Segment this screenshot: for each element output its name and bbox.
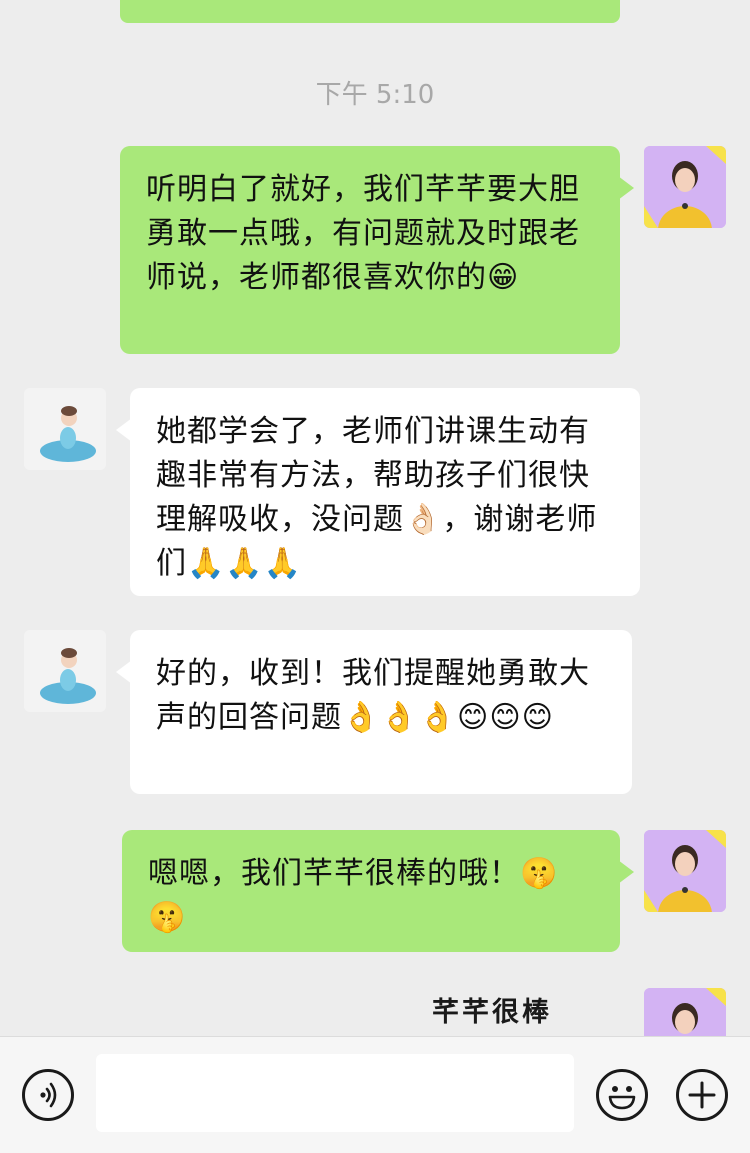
sticker-message[interactable]: 芊芊很棒 [432,990,552,1029]
chat-screen: 下午 5:10 听明白了就好，我们芊芊要大胆勇敢一点哦，有问题就及时跟老师说，老… [0,0,750,1153]
teacher-avatar[interactable] [644,988,726,1036]
message-emojis: 🙏🙏🙏 [187,546,303,581]
message-list[interactable]: 下午 5:10 听明白了就好，我们芊芊要大胆勇敢一点哦，有问题就及时跟老师说，老… [0,0,750,1036]
plus-icon [688,1081,716,1109]
message-bubble-sent[interactable]: 听明白了就好，我们芊芊要大胆勇敢一点哦，有问题就及时跟老师说，老师都很喜欢你的😁 [120,146,634,354]
parent-avatar[interactable] [24,388,106,470]
parent-avatar-image [24,388,106,470]
message-input[interactable] [96,1054,574,1132]
teacher-avatar[interactable] [644,830,726,912]
message-text: 嗯嗯，我们芊芊很棒的哦！ [148,856,520,891]
message-bubble-sent[interactable]: 嗯嗯，我们芊芊很棒的哦！🤫🤫 [122,830,634,952]
voice-icon [40,1082,57,1108]
message-emojis: 👌👌👌😊😊😊 [342,700,554,735]
teacher-avatar-image [644,988,726,1036]
message-bubble-received[interactable]: 好的，收到！我们提醒她勇敢大声的回答问题👌👌👌😊😊😊 [116,630,632,794]
teacher-avatar-image [644,830,726,912]
emoji-button[interactable] [596,1069,648,1121]
teacher-avatar-image [644,146,726,228]
timestamp: 下午 5:10 [315,80,435,110]
message-bubble-received[interactable]: 她都学会了，老师们讲课生动有趣非常有方法，帮助孩子们很快理解吸收，没问题👌🏻，谢… [116,388,640,596]
emoji-icon [608,1086,636,1110]
parent-avatar-image [24,630,106,712]
teacher-avatar[interactable] [644,146,726,228]
message-emojis: 😁 [487,260,520,295]
previous-message-bubble[interactable] [120,0,620,23]
voice-button[interactable] [22,1069,74,1121]
parent-avatar[interactable] [24,630,106,712]
more-button[interactable] [676,1069,728,1121]
input-bar [0,1036,750,1153]
